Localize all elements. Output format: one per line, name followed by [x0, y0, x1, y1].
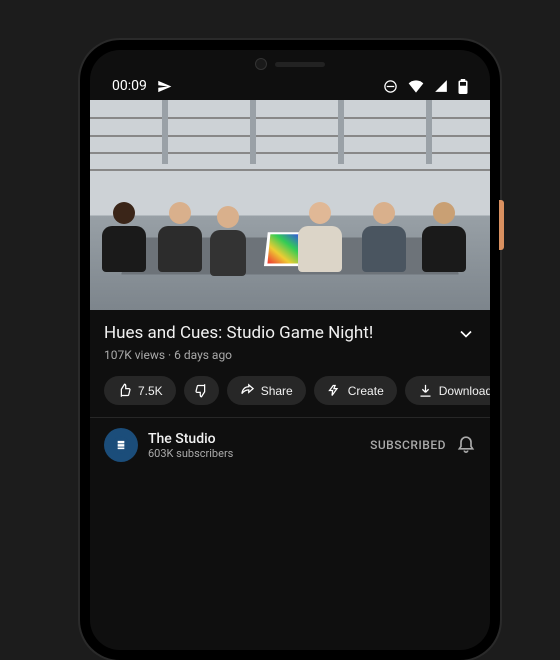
- thumbs-down-icon: [194, 383, 209, 398]
- create-button[interactable]: Create: [314, 376, 397, 405]
- dislike-button[interactable]: [184, 376, 219, 405]
- like-count: 7.5K: [138, 384, 163, 398]
- channel-row[interactable]: The Studio 603K subscribers SUBSCRIBED: [90, 417, 490, 472]
- title-row[interactable]: Hues and Cues: Studio Game Night! 107K v…: [104, 322, 476, 362]
- channel-name: The Studio: [148, 431, 360, 447]
- bell-icon[interactable]: [456, 433, 476, 457]
- send-icon: [157, 79, 172, 94]
- video-player[interactable]: [90, 100, 490, 310]
- speaker-grille: [275, 62, 325, 67]
- create-label: Create: [348, 384, 384, 398]
- dnd-icon: [383, 79, 398, 94]
- video-meta: 107K views · 6 days ago: [104, 348, 373, 362]
- video-views: 107K views: [104, 348, 165, 362]
- like-button[interactable]: 7.5K: [104, 376, 176, 405]
- download-icon: [418, 383, 433, 398]
- download-button[interactable]: Download: [405, 376, 490, 405]
- power-button[interactable]: [499, 200, 504, 250]
- channel-subs: 603K subscribers: [148, 447, 360, 460]
- channel-avatar[interactable]: [104, 428, 138, 462]
- share-icon: [240, 383, 255, 398]
- screen: 00:09: [90, 50, 490, 650]
- share-button[interactable]: Share: [227, 376, 306, 405]
- chevron-down-icon[interactable]: [456, 324, 476, 348]
- action-row: 7.5K Share Create Download: [90, 362, 490, 417]
- create-icon: [327, 383, 342, 398]
- thumbs-up-icon: [117, 383, 132, 398]
- phone-frame: 00:09: [80, 40, 500, 660]
- download-label: Download: [439, 384, 490, 398]
- battery-icon: [458, 79, 468, 94]
- notch: [255, 58, 325, 70]
- wifi-icon: [408, 79, 424, 93]
- clock: 00:09: [112, 78, 147, 94]
- video-age: 6 days ago: [174, 348, 232, 362]
- share-label: Share: [261, 384, 293, 398]
- front-camera: [255, 58, 267, 70]
- video-title: Hues and Cues: Studio Game Night!: [104, 322, 373, 344]
- subscribe-button[interactable]: SUBSCRIBED: [370, 438, 446, 452]
- signal-icon: [434, 79, 448, 93]
